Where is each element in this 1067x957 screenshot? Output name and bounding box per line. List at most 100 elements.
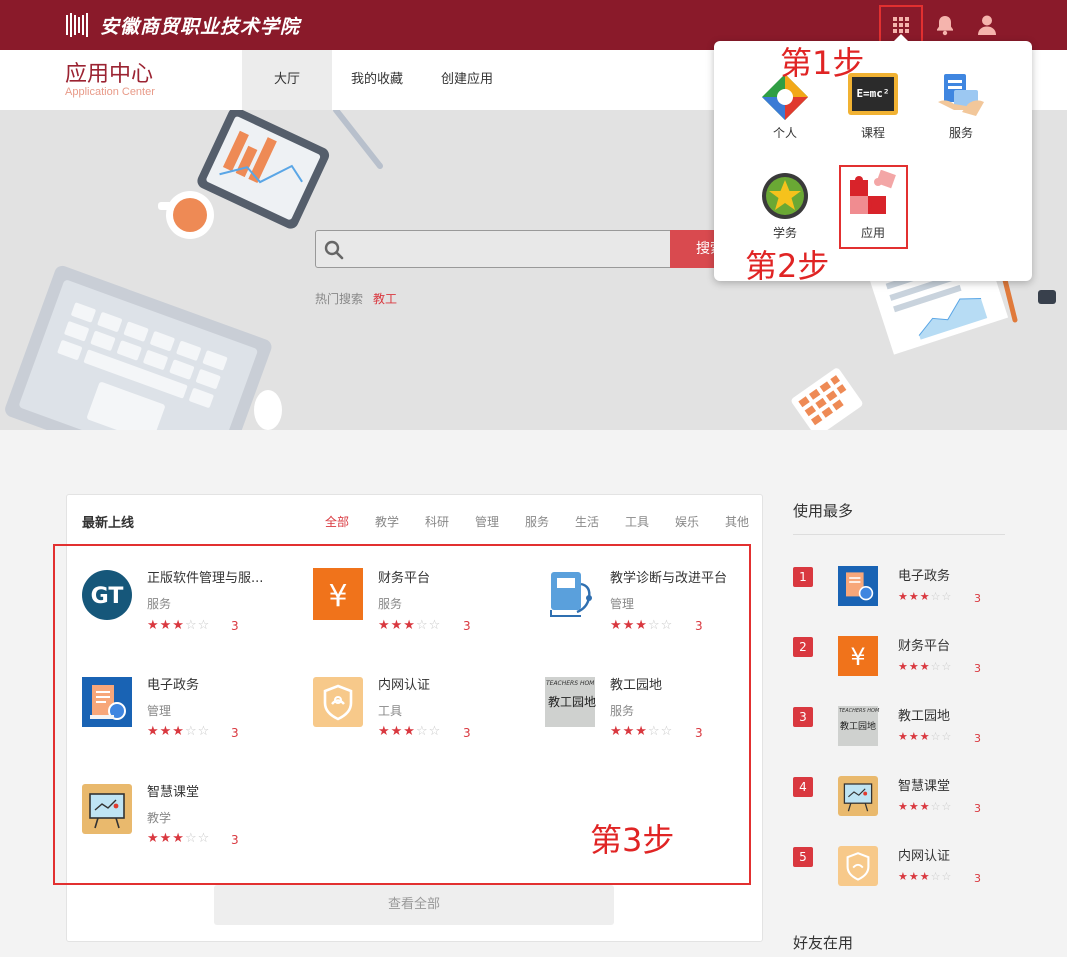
app-rating-stars: ★★★☆☆	[378, 724, 442, 739]
app-score: 3	[974, 732, 981, 745]
category-all[interactable]: 全部	[325, 513, 349, 530]
app-score: 3	[974, 872, 981, 885]
e-government-document-icon[interactable]	[838, 566, 878, 606]
e-government-document-icon[interactable]	[82, 677, 132, 727]
app-rating-stars: ★★★☆☆	[147, 618, 211, 633]
yuan-finance-icon[interactable]: ¥	[313, 568, 363, 620]
app-score: 3	[695, 619, 703, 633]
popup-item-academic[interactable]: 学务	[755, 224, 815, 241]
app-rating-stars: ★★★☆☆	[898, 870, 953, 883]
step2-annotation: 第2步	[745, 247, 830, 285]
app-score: 3	[974, 662, 981, 675]
divider	[793, 534, 1005, 535]
app-score: 3	[231, 726, 239, 740]
smart-classroom-board-icon[interactable]	[838, 776, 878, 816]
tab-hall[interactable]: 大厅	[242, 50, 332, 110]
page-subtitle: Application Center	[65, 86, 155, 98]
shield-auth-icon[interactable]	[313, 677, 363, 727]
page-title: 应用中心	[65, 62, 154, 87]
teachers-home-icon[interactable]: TEACHERS HOM 教工园地	[545, 677, 597, 727]
app-rating-stars: ★★★☆☆	[898, 730, 953, 743]
app-rating-stars: ★★★☆☆	[147, 724, 211, 739]
app-score: 3	[463, 726, 471, 740]
latest-apps-title: 最新上线	[82, 516, 135, 531]
smart-classroom-board-icon[interactable]	[82, 784, 132, 834]
rank-badge: 4	[793, 777, 813, 797]
rank-badge: 1	[793, 567, 813, 587]
step2-highlight-box	[839, 165, 908, 249]
app-rating-stars: ★★★☆☆	[610, 724, 674, 739]
friends-using-title: 好友在用	[793, 934, 854, 952]
search-input[interactable]	[315, 230, 671, 268]
app-score: 3	[463, 619, 471, 633]
category-tools[interactable]: 工具	[625, 513, 649, 530]
popup-item-personal[interactable]: 个人	[755, 124, 815, 141]
hot-search-keyword[interactable]: 教工	[373, 290, 397, 307]
most-used-app-name[interactable]: 智慧课堂	[898, 775, 950, 794]
app-category: 工具	[378, 704, 403, 718]
view-all-button[interactable]: 查看全部	[214, 885, 614, 925]
most-used-app-name[interactable]: 教工园地	[898, 705, 950, 724]
app-score: 3	[231, 619, 239, 633]
app-rating-stars: ★★★☆☆	[378, 618, 442, 633]
tab-create-app[interactable]: 创建应用	[428, 50, 506, 110]
app-score: 3	[231, 833, 239, 847]
category-other[interactable]: 其他	[725, 513, 749, 530]
popup-item-course[interactable]: 课程	[843, 124, 903, 141]
app-name[interactable]: 财务平台	[378, 567, 508, 586]
category-entertainment[interactable]: 娱乐	[675, 513, 699, 530]
category-research[interactable]: 科研	[425, 513, 449, 530]
bell-icon[interactable]	[932, 12, 958, 38]
rank-badge: 3	[793, 707, 813, 727]
yuan-finance-icon[interactable]: ¥	[838, 636, 878, 676]
popup-arrow	[893, 34, 909, 42]
teachers-home-icon[interactable]: TEACHERS HOM 教工园地	[838, 706, 880, 746]
rank-badge: 5	[793, 847, 813, 867]
tab-favorites[interactable]: 我的收藏	[338, 50, 416, 110]
most-used-app-name[interactable]: 财务平台	[898, 635, 950, 654]
category-teaching[interactable]: 教学	[375, 513, 399, 530]
popup-item-service[interactable]: 服务	[931, 124, 991, 141]
app-rating-stars: ★★★☆☆	[610, 618, 674, 633]
app-category: 服务	[610, 704, 635, 718]
app-name[interactable]: 电子政务	[147, 674, 277, 693]
app-name[interactable]: 内网认证	[378, 674, 508, 693]
app-rating-stars: ★★★☆☆	[898, 660, 953, 673]
most-used-app-name[interactable]: 电子政务	[898, 565, 950, 584]
app-category: 管理	[610, 597, 635, 611]
app-category: 服务	[147, 597, 172, 611]
academic-star-icon[interactable]	[760, 171, 810, 221]
teachers-home-handwriting: 教工园地	[840, 722, 877, 732]
service-icon[interactable]	[936, 72, 986, 120]
shield-auth-icon[interactable]	[838, 846, 878, 886]
user-icon[interactable]	[974, 12, 1000, 38]
step1-annotation: 第1步	[780, 44, 865, 82]
step3-annotation: 第3步	[590, 821, 675, 859]
app-name[interactable]: 教工园地	[610, 674, 740, 693]
app-score: 3	[695, 726, 703, 740]
most-used-app-name[interactable]: 内网认证	[898, 845, 950, 864]
search-button[interactable]: 搜索	[670, 230, 720, 268]
app-name[interactable]: 教学诊断与改进平台	[610, 567, 740, 586]
most-used-title: 使用最多	[793, 502, 854, 520]
school-emblem-icon	[64, 13, 92, 37]
category-management[interactable]: 管理	[475, 513, 499, 530]
book-stethoscope-icon[interactable]	[545, 570, 595, 620]
teachers-home-text: TEACHERS HOM	[839, 708, 880, 714]
svg-text:GT: GT	[91, 584, 124, 609]
search-icon	[324, 240, 344, 260]
category-life[interactable]: 生活	[575, 513, 599, 530]
school-logo[interactable]: 安徽商贸职业技术学院	[64, 12, 300, 38]
app-name[interactable]: 正版软件管理与服...	[147, 567, 277, 586]
app-score: 3	[974, 592, 981, 605]
category-service[interactable]: 服务	[525, 513, 549, 530]
app-category: 管理	[147, 704, 172, 718]
teachers-home-text: TEACHERS HOM	[546, 680, 595, 687]
rank-badge: 2	[793, 637, 813, 657]
app-name[interactable]: 智慧课堂	[147, 781, 277, 800]
teachers-home-handwriting: 教工园地	[548, 695, 597, 709]
app-rating-stars: ★★★☆☆	[898, 800, 953, 813]
gt-logo-icon[interactable]: GT	[82, 570, 132, 620]
app-score: 3	[974, 802, 981, 815]
app-rating-stars: ★★★☆☆	[147, 831, 211, 846]
